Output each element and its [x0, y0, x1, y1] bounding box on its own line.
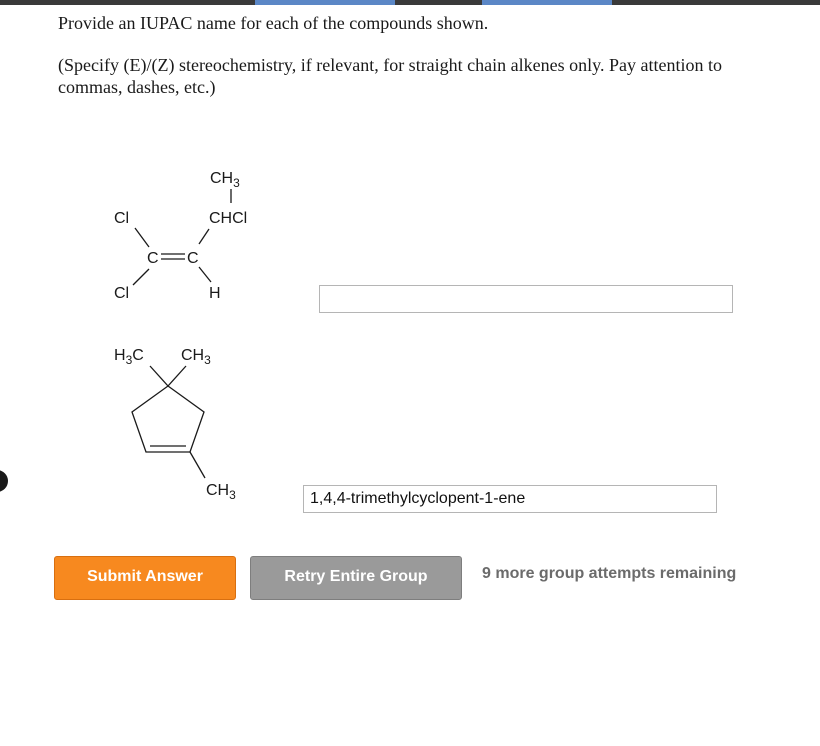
- c2-bond-methyl-bottom: [189, 451, 206, 479]
- c1-bond-cl-top: [134, 227, 150, 248]
- answer-input-2[interactable]: [303, 485, 717, 513]
- c1-bond-chcl: [198, 228, 210, 245]
- compound-1-structure: CH3 CHCl Cl C C Cl H: [114, 170, 247, 302]
- c1-chcl-label: CHCl: [209, 210, 247, 227]
- answer-input-1[interactable]: [319, 285, 733, 313]
- structure-drawings: CH3 CHCl Cl C C Cl H H3C CH3 CH3: [114, 170, 247, 502]
- c1-c-left-label: C: [147, 250, 159, 267]
- c1-cl-top-label: Cl: [114, 210, 129, 227]
- submit-answer-button[interactable]: Submit Answer: [54, 556, 236, 600]
- c1-c-right-label: C: [187, 250, 199, 267]
- c1-bond-cl-bottom: [132, 268, 150, 286]
- c2-bond-methyl-right: [167, 365, 187, 387]
- c1-bond-h: [198, 266, 212, 283]
- c1-h-label: H: [209, 285, 221, 302]
- c2-cyclopentene-ring: [131, 385, 205, 453]
- c2-ch3-top-label: CH3: [181, 347, 211, 367]
- c1-ch3-label: CH3: [210, 170, 240, 190]
- retry-entire-group-button[interactable]: Retry Entire Group: [250, 556, 462, 600]
- attempts-remaining-text: 9 more group attempts remaining: [482, 565, 737, 582]
- c2-h3c-label: H3C: [114, 347, 144, 367]
- c2-ch3-bottom-label: CH3: [206, 482, 236, 502]
- c2-bond-methyl-left: [149, 365, 169, 387]
- c1-cl-bottom-label: Cl: [114, 285, 129, 302]
- compound-2-structure: H3C CH3 CH3: [114, 347, 236, 502]
